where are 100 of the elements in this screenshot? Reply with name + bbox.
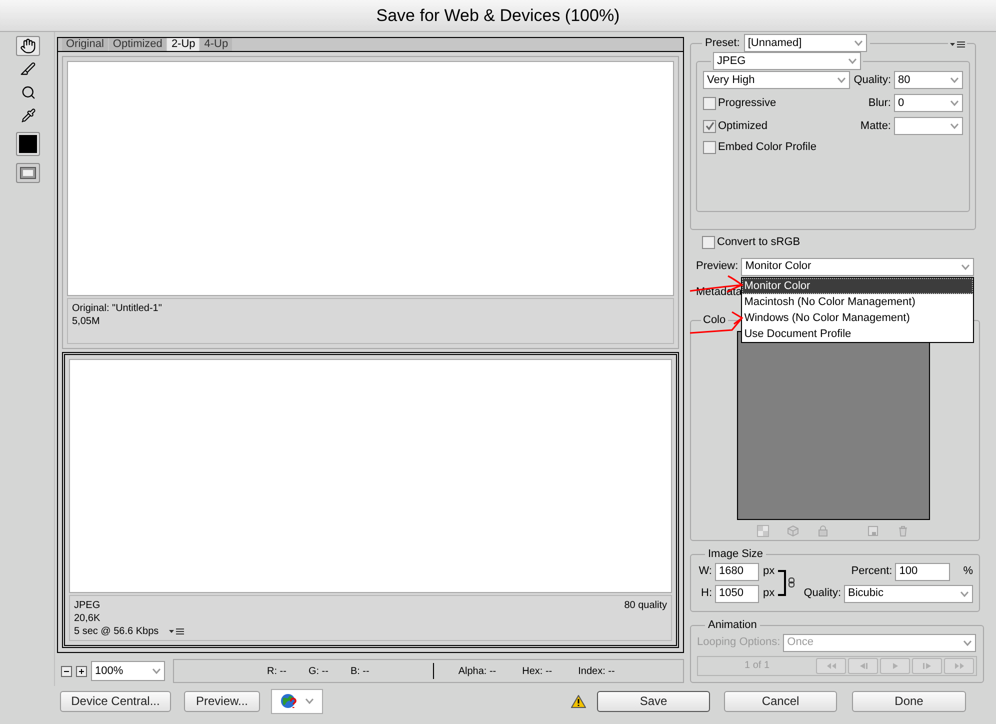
- preset-dropdown[interactable]: [Unnamed]: [744, 34, 867, 52]
- info-text: 5 sec @ 56.6 Kbps: [74, 625, 159, 638]
- quality-dropdown[interactable]: 80: [894, 71, 963, 89]
- matte-label: Matte:: [860, 118, 891, 134]
- slices-toggle-button[interactable]: [16, 163, 40, 183]
- trash-icon[interactable]: [897, 524, 909, 536]
- menu-item[interactable]: Monitor Color: [742, 278, 974, 294]
- zoom-icon: [20, 84, 36, 100]
- group-title: Animation: [708, 619, 757, 631]
- readout-text: R: --: [267, 664, 286, 678]
- preview-pane[interactable]: JPEG 20,6K 5 sec @ 56.6 Kbps 80 quality: [62, 352, 679, 648]
- caret-icon: [837, 77, 846, 83]
- player-button[interactable]: [912, 658, 942, 674]
- knife-icon: [20, 61, 36, 77]
- plus-icon: [78, 668, 85, 674]
- frame-counter: 1 of 1: [743, 659, 771, 673]
- checkbox-label: Optimized: [718, 118, 768, 134]
- info-text: 5,05M: [72, 314, 100, 328]
- blur-dropdown[interactable]: 0: [894, 94, 963, 112]
- percent-label: Percent:: [851, 564, 892, 580]
- frame-icon: [20, 167, 36, 179]
- zoom-out-button[interactable]: [61, 666, 72, 676]
- resample-quality-label: Quality:: [804, 586, 841, 602]
- browser-dropdown[interactable]: [271, 688, 323, 714]
- readout-text: Index: --: [578, 664, 615, 678]
- done-button[interactable]: Done: [852, 690, 966, 712]
- caret-icon: [305, 698, 314, 704]
- checkbox[interactable]: [703, 96, 716, 110]
- rewind-icon: [824, 660, 838, 670]
- menu-item[interactable]: Windows (No Color Management): [742, 310, 974, 326]
- info-text: JPEG: [74, 599, 100, 612]
- warning-icon: [571, 694, 586, 708]
- quality-preset-dropdown[interactable]: Very High: [703, 71, 850, 89]
- width-field[interactable]: 1680: [715, 562, 759, 580]
- quality-label: Quality:: [854, 72, 891, 88]
- menu-item[interactable]: Macintosh (No Color Management): [742, 294, 974, 310]
- forward-icon: [920, 660, 934, 670]
- device-central-button[interactable]: Device Central...: [60, 690, 171, 712]
- zoom-in-button[interactable]: [76, 666, 87, 676]
- readout-text: Hex: --: [522, 664, 552, 678]
- view-tab[interactable]: Original: [62, 38, 108, 51]
- transparency-icon[interactable]: [757, 524, 769, 536]
- eyedropper-icon: [20, 108, 36, 122]
- caret-icon: [950, 123, 959, 129]
- player-button[interactable]: [944, 658, 974, 674]
- cube-icon[interactable]: [787, 524, 799, 536]
- readout-text: G: --: [308, 664, 328, 678]
- menu-item[interactable]: Use Document Profile: [742, 326, 974, 342]
- player-button[interactable]: [848, 658, 878, 674]
- group-title: Image Size: [708, 548, 764, 560]
- caret-icon: [152, 668, 161, 674]
- checkbox-label: Progressive: [718, 96, 776, 111]
- view-tab[interactable]: 2-Up: [167, 38, 200, 51]
- cancel-button[interactable]: Cancel: [724, 690, 837, 712]
- save-button[interactable]: Save: [597, 690, 710, 712]
- lock-icon[interactable]: [817, 524, 829, 536]
- view-tab[interactable]: 4-Up: [200, 38, 232, 51]
- menu-icon[interactable]: [168, 628, 184, 636]
- preview-label: Preview:: [696, 259, 738, 274]
- globe-icon: [280, 692, 298, 710]
- dimension-label: H:: [700, 586, 712, 602]
- new-color-icon[interactable]: [867, 524, 879, 536]
- percent-field[interactable]: 100: [895, 562, 950, 580]
- looping-label: Looping Options:: [697, 635, 780, 650]
- readout-text: Alpha: --: [458, 664, 496, 678]
- view-tab[interactable]: Optimized: [108, 38, 166, 51]
- checkbox[interactable]: [702, 236, 715, 249]
- color-swatch[interactable]: [16, 132, 40, 156]
- preview-dropdown[interactable]: Monitor Color: [741, 258, 974, 276]
- color-table-label: Colo: [703, 314, 726, 326]
- checkbox[interactable]: [703, 140, 716, 154]
- unit-label: %: [963, 564, 973, 580]
- resample-dropdown[interactable]: Bicubic: [844, 584, 973, 602]
- hand-icon: [20, 38, 36, 54]
- caret-icon: [960, 590, 969, 596]
- dimension-label: W:: [698, 564, 712, 580]
- unit-label: px: [763, 586, 775, 602]
- arrow-annotation: [689, 311, 744, 334]
- player-button[interactable]: [880, 658, 910, 674]
- player-button[interactable]: [816, 658, 846, 674]
- info-text: Original: "Untitled-1": [72, 302, 162, 314]
- window-title: Save for Web & Devices (100%): [376, 4, 620, 27]
- caret-icon: [854, 40, 863, 46]
- checkbox[interactable]: [703, 120, 716, 132]
- readout-text: B: --: [350, 664, 370, 678]
- tool-button[interactable]: [16, 36, 40, 56]
- checkbox-label: Embed Color Profile: [718, 140, 816, 155]
- height-field[interactable]: 1050: [715, 584, 759, 602]
- caret-icon: [848, 58, 857, 64]
- zoom-dropdown[interactable]: 100%: [91, 661, 165, 681]
- matte-dropdown[interactable]: [894, 117, 963, 135]
- preset-label: Preset:: [705, 36, 740, 51]
- caret-icon: [950, 100, 959, 106]
- forward-icon: [952, 660, 966, 670]
- unit-label: px: [763, 564, 775, 580]
- menu-icon[interactable]: [950, 41, 965, 49]
- blur-label: Blur:: [868, 96, 891, 111]
- preview-pane[interactable]: Original: "Untitled-1" 5,05M: [62, 56, 679, 348]
- preview-button[interactable]: Preview...: [184, 690, 260, 712]
- format-dropdown[interactable]: JPEG: [713, 52, 861, 70]
